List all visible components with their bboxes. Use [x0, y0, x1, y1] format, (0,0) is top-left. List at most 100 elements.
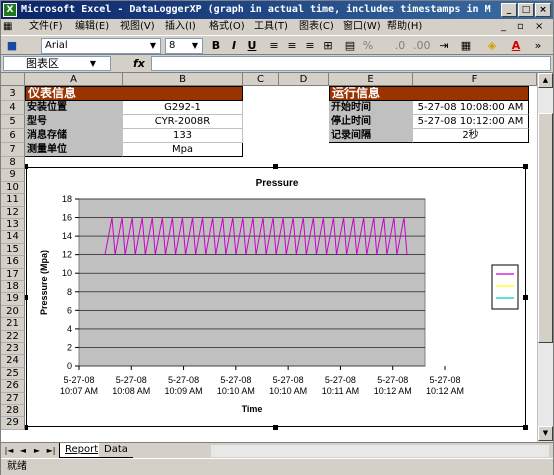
scroll-up-icon[interactable]: ▲ [538, 73, 553, 88]
menu-format[interactable]: 格式(O) [209, 19, 245, 35]
row-header[interactable]: 5 [1, 115, 25, 129]
percent-button[interactable]: % [361, 39, 375, 53]
fill-color-icon[interactable]: ◈ [485, 39, 499, 53]
column-header-c[interactable]: C [243, 73, 279, 86]
merge-center-icon[interactable]: ⊞ [321, 39, 335, 53]
vertical-scrollbar[interactable]: ▲ ▼ [537, 73, 553, 442]
resize-handle[interactable] [523, 295, 528, 300]
column-header-f[interactable]: F [413, 73, 537, 86]
excel-app-icon[interactable]: X [3, 3, 17, 17]
resize-handle[interactable] [273, 425, 278, 430]
fx-icon[interactable]: fx [133, 56, 145, 71]
menu-file[interactable]: 文件(F) [29, 19, 63, 35]
italic-button[interactable]: I [227, 39, 241, 53]
instrument-label-unit[interactable]: 测量单位 [25, 143, 123, 157]
column-header-d[interactable]: D [279, 73, 329, 86]
row-header[interactable]: 9 [1, 169, 25, 182]
menu-window[interactable]: 窗口(W) [343, 19, 381, 35]
row-header[interactable]: 6 [1, 129, 25, 143]
scroll-down-icon[interactable]: ▼ [538, 426, 553, 441]
run-label-start[interactable]: 开始时间 [329, 101, 413, 115]
instrument-label-storage[interactable]: 消息存储 [25, 129, 123, 143]
chart-area[interactable]: Pressure 0 2 4 6 8 10 12 14 16 18 5-27-08 10:07 AM 5-… [26, 167, 526, 427]
font-size-combo[interactable]: 8 ▼ [165, 38, 203, 54]
formula-input[interactable] [151, 56, 551, 71]
row-header[interactable]: 21 [1, 318, 25, 331]
menu-insert[interactable]: 插入(I) [165, 19, 196, 35]
menu-help[interactable]: 帮助(H) [387, 19, 422, 35]
menu-edit[interactable]: 编辑(E) [75, 19, 109, 35]
font-color-icon[interactable]: A [509, 39, 523, 53]
scroll-thumb[interactable] [538, 113, 553, 343]
row-header[interactable]: 16 [1, 256, 25, 269]
close-button[interactable]: × [535, 3, 551, 17]
maximize-button[interactable]: □ [518, 3, 534, 17]
underline-button[interactable]: U [245, 39, 259, 53]
menu-chart[interactable]: 图表(C) [299, 19, 334, 35]
align-center-icon[interactable]: ≡ [285, 39, 299, 53]
first-sheet-icon[interactable]: |◄ [3, 445, 15, 457]
sheet-tab-data[interactable]: Data [99, 443, 133, 458]
last-sheet-icon[interactable]: ►| [45, 445, 57, 457]
align-left-icon[interactable]: ≡ [267, 39, 281, 53]
worksheet-grid[interactable]: A B C D E F 仪表信息 安装位置 G292-1 型号 CYR-2008… [1, 73, 537, 442]
row-header[interactable]: 12 [1, 206, 25, 219]
align-right-icon[interactable]: ≡ [303, 39, 317, 53]
row-header[interactable]: 26 [1, 380, 25, 393]
row-header[interactable]: 24 [1, 355, 25, 368]
doc-close-icon[interactable]: × [535, 19, 543, 35]
row-header[interactable]: 11 [1, 194, 25, 207]
row-header[interactable]: 28 [1, 405, 25, 418]
next-sheet-icon[interactable]: ► [31, 445, 43, 457]
run-value-start[interactable]: 5-27-08 10:08:00 AM [413, 101, 529, 115]
bold-button[interactable]: B [209, 39, 223, 53]
row-header[interactable]: 10 [1, 181, 25, 195]
instrument-value-model[interactable]: CYR-2008R [123, 115, 243, 129]
row-header[interactable]: 27 [1, 392, 25, 405]
row-header[interactable]: 23 [1, 343, 25, 356]
row-header[interactable]: 17 [1, 268, 25, 281]
row-header[interactable]: 15 [1, 243, 25, 257]
font-name-combo[interactable]: Arial ▼ [41, 38, 161, 54]
doc-minimize-icon[interactable]: _ [501, 19, 506, 35]
name-box[interactable]: 图表区 ▼ [3, 56, 111, 71]
row-header[interactable]: 3 [1, 86, 25, 101]
row-header[interactable]: 19 [1, 293, 25, 306]
save-icon[interactable]: ■ [5, 39, 19, 53]
run-value-stop[interactable]: 5-27-08 10:12:00 AM [413, 115, 529, 129]
doc-restore-icon[interactable]: ▫ [517, 19, 524, 35]
borders-icon[interactable]: ▦ [459, 39, 473, 53]
column-header-e[interactable]: E [329, 73, 413, 86]
excel-doc-icon[interactable]: ▦ [3, 19, 12, 35]
row-header[interactable]: 13 [1, 219, 25, 232]
instrument-value-unit[interactable]: Mpa [123, 143, 243, 157]
select-all-corner[interactable] [1, 73, 25, 86]
row-header[interactable]: 22 [1, 330, 25, 343]
column-header-b[interactable]: B [123, 73, 243, 86]
prev-sheet-icon[interactable]: ◄ [17, 445, 29, 457]
instrument-label-location[interactable]: 安装位置 [25, 101, 123, 115]
column-header-a[interactable]: A [25, 73, 123, 86]
row-header[interactable]: 29 [1, 417, 25, 430]
instrument-label-model[interactable]: 型号 [25, 115, 123, 129]
sheet-tab-report[interactable]: Report [59, 443, 105, 458]
toolbar-options-icon[interactable]: » [531, 39, 545, 53]
run-label-stop[interactable]: 停止时间 [329, 115, 413, 129]
currency-icon[interactable]: ▤ [343, 39, 357, 53]
run-value-interval[interactable]: 2秒 [413, 129, 529, 143]
horizontal-scrollbar[interactable] [211, 445, 549, 457]
minimize-button[interactable]: _ [501, 3, 517, 17]
row-header[interactable]: 18 [1, 281, 25, 294]
run-label-interval[interactable]: 记录间隔 [329, 129, 413, 143]
row-header[interactable]: 25 [1, 367, 25, 381]
row-header[interactable]: 8 [1, 157, 25, 170]
increase-decimal-icon[interactable]: .0 [393, 39, 407, 53]
resize-handle[interactable] [523, 425, 528, 430]
instrument-value-location[interactable]: G292-1 [123, 101, 243, 115]
menu-tools[interactable]: 工具(T) [254, 19, 288, 35]
resize-handle[interactable] [273, 164, 278, 169]
indent-icon[interactable]: ⇥ [437, 39, 451, 53]
row-header[interactable]: 14 [1, 231, 25, 244]
row-header[interactable]: 7 [1, 143, 25, 157]
row-header[interactable]: 20 [1, 305, 25, 319]
